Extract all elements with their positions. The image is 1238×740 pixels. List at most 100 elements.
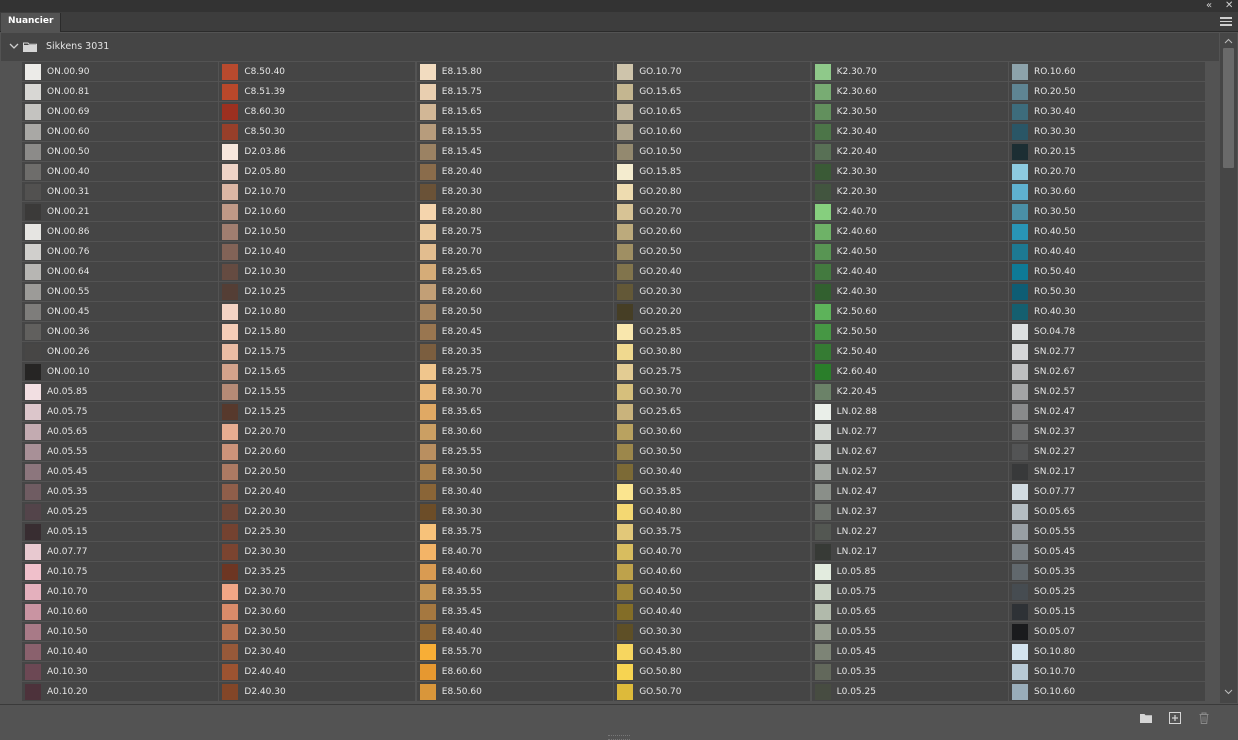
- swatch-item[interactable]: E8.40.60: [416, 562, 613, 581]
- swatch-item[interactable]: E8.20.30: [416, 182, 613, 201]
- swatch-item[interactable]: RO.40.30: [1009, 302, 1205, 321]
- swatch-item[interactable]: SO.10.70: [1009, 662, 1205, 681]
- swatch-item[interactable]: GO.20.40: [614, 262, 811, 281]
- swatch-item[interactable]: K2.40.50: [811, 242, 1008, 261]
- swatch-item[interactable]: E8.35.45: [416, 602, 613, 621]
- swatch-item[interactable]: ON.00.69: [22, 102, 218, 121]
- swatch-item[interactable]: GO.40.70: [614, 542, 811, 561]
- swatch-item[interactable]: GO.10.70: [614, 62, 811, 81]
- swatch-item[interactable]: E8.15.55: [416, 122, 613, 141]
- swatch-item[interactable]: E8.30.70: [416, 382, 613, 401]
- swatch-item[interactable]: LN.02.67: [811, 442, 1008, 461]
- swatch-item[interactable]: C8.51.39: [219, 82, 416, 101]
- swatch-item[interactable]: D2.35.25: [219, 562, 416, 581]
- swatch-item[interactable]: E8.20.35: [416, 342, 613, 361]
- swatch-item[interactable]: D2.40.30: [219, 682, 416, 701]
- swatch-item[interactable]: A0.05.35: [22, 482, 218, 501]
- swatch-item[interactable]: E8.20.45: [416, 322, 613, 341]
- swatch-item[interactable]: GO.35.75: [614, 522, 811, 541]
- swatch-item[interactable]: GO.25.65: [614, 402, 811, 421]
- swatch-item[interactable]: GO.20.30: [614, 282, 811, 301]
- swatch-item[interactable]: ON.00.76: [22, 242, 218, 261]
- swatch-item[interactable]: E8.35.75: [416, 522, 613, 541]
- swatch-item[interactable]: GO.10.65: [614, 102, 811, 121]
- swatch-item[interactable]: LN.02.88: [811, 402, 1008, 421]
- swatch-item[interactable]: GO.10.60: [614, 122, 811, 141]
- swatch-item[interactable]: L0.05.75: [811, 582, 1008, 601]
- swatch-item[interactable]: C8.60.30: [219, 102, 416, 121]
- swatch-item[interactable]: RO.40.40: [1009, 242, 1205, 261]
- swatch-item[interactable]: D2.20.50: [219, 462, 416, 481]
- swatch-item[interactable]: GO.35.85: [614, 482, 811, 501]
- swatch-item[interactable]: L0.05.85: [811, 562, 1008, 581]
- swatch-item[interactable]: SO.05.07: [1009, 622, 1205, 641]
- swatch-item[interactable]: ON.00.64: [22, 262, 218, 281]
- swatch-item[interactable]: SO.05.55: [1009, 522, 1205, 541]
- swatch-item[interactable]: RO.50.30: [1009, 282, 1205, 301]
- swatch-item[interactable]: K2.30.30: [811, 162, 1008, 181]
- swatch-item[interactable]: K2.30.60: [811, 82, 1008, 101]
- swatch-item[interactable]: E8.20.80: [416, 202, 613, 221]
- swatch-item[interactable]: GO.30.60: [614, 422, 811, 441]
- swatch-item[interactable]: E8.15.80: [416, 62, 613, 81]
- swatch-item[interactable]: ON.00.45: [22, 302, 218, 321]
- swatch-item[interactable]: D2.15.80: [219, 322, 416, 341]
- swatch-item[interactable]: K2.20.45: [811, 382, 1008, 401]
- swatch-item[interactable]: GO.30.30: [614, 622, 811, 641]
- swatch-item[interactable]: D2.20.40: [219, 482, 416, 501]
- swatch-item[interactable]: A0.10.70: [22, 582, 218, 601]
- swatch-item[interactable]: A0.07.77: [22, 542, 218, 561]
- swatch-item[interactable]: LN.02.37: [811, 502, 1008, 521]
- swatch-item[interactable]: ON.00.86: [22, 222, 218, 241]
- swatch-item[interactable]: D2.30.70: [219, 582, 416, 601]
- swatch-item[interactable]: SO.10.60: [1009, 682, 1205, 701]
- swatch-item[interactable]: A0.10.50: [22, 622, 218, 641]
- scroll-down-arrow-icon[interactable]: [1224, 689, 1233, 695]
- swatch-item[interactable]: GO.30.50: [614, 442, 811, 461]
- swatch-item[interactable]: D2.20.70: [219, 422, 416, 441]
- swatch-item[interactable]: SN.02.57: [1009, 382, 1205, 401]
- swatch-item[interactable]: E8.25.55: [416, 442, 613, 461]
- swatch-item[interactable]: ON.00.55: [22, 282, 218, 301]
- swatch-item[interactable]: SN.02.17: [1009, 462, 1205, 481]
- swatch-item[interactable]: E8.40.40: [416, 622, 613, 641]
- swatch-item[interactable]: A0.05.85: [22, 382, 218, 401]
- swatch-item[interactable]: ON.00.26: [22, 342, 218, 361]
- swatch-item[interactable]: E8.60.60: [416, 662, 613, 681]
- swatch-item[interactable]: D2.20.60: [219, 442, 416, 461]
- swatch-item[interactable]: K2.30.50: [811, 102, 1008, 121]
- swatch-item[interactable]: GO.30.40: [614, 462, 811, 481]
- swatch-item[interactable]: D2.25.30: [219, 522, 416, 541]
- swatch-item[interactable]: E8.30.50: [416, 462, 613, 481]
- swatch-item[interactable]: LN.02.27: [811, 522, 1008, 541]
- swatch-item[interactable]: D2.10.30: [219, 262, 416, 281]
- swatch-item[interactable]: RO.20.15: [1009, 142, 1205, 161]
- close-icon[interactable]: ✕: [1225, 0, 1233, 12]
- swatch-item[interactable]: ON.00.81: [22, 82, 218, 101]
- swatch-item[interactable]: GO.40.60: [614, 562, 811, 581]
- swatch-item[interactable]: GO.40.80: [614, 502, 811, 521]
- swatch-item[interactable]: D2.05.80: [219, 162, 416, 181]
- scrollbar-thumb[interactable]: [1223, 48, 1234, 168]
- swatch-item[interactable]: D2.10.40: [219, 242, 416, 261]
- swatch-item[interactable]: D2.30.60: [219, 602, 416, 621]
- swatch-item[interactable]: E8.30.40: [416, 482, 613, 501]
- swatch-item[interactable]: GO.30.70: [614, 382, 811, 401]
- swatch-item[interactable]: LN.02.57: [811, 462, 1008, 481]
- vertical-scrollbar[interactable]: [1220, 33, 1237, 703]
- swatch-item[interactable]: A0.05.75: [22, 402, 218, 421]
- swatch-item[interactable]: D2.10.60: [219, 202, 416, 221]
- swatch-item[interactable]: E8.25.65: [416, 262, 613, 281]
- swatch-item[interactable]: RO.20.70: [1009, 162, 1205, 181]
- swatch-item[interactable]: K2.40.70: [811, 202, 1008, 221]
- swatch-item[interactable]: GO.15.85: [614, 162, 811, 181]
- swatch-item[interactable]: E8.20.50: [416, 302, 613, 321]
- swatch-item[interactable]: SN.02.47: [1009, 402, 1205, 421]
- swatch-item[interactable]: D2.10.50: [219, 222, 416, 241]
- swatch-item[interactable]: E8.15.75: [416, 82, 613, 101]
- swatch-item[interactable]: A0.05.65: [22, 422, 218, 441]
- swatch-item[interactable]: A0.10.40: [22, 642, 218, 661]
- double-chevron-left-icon[interactable]: «: [1206, 0, 1212, 12]
- swatch-item[interactable]: K2.40.60: [811, 222, 1008, 241]
- swatch-item[interactable]: K2.60.40: [811, 362, 1008, 381]
